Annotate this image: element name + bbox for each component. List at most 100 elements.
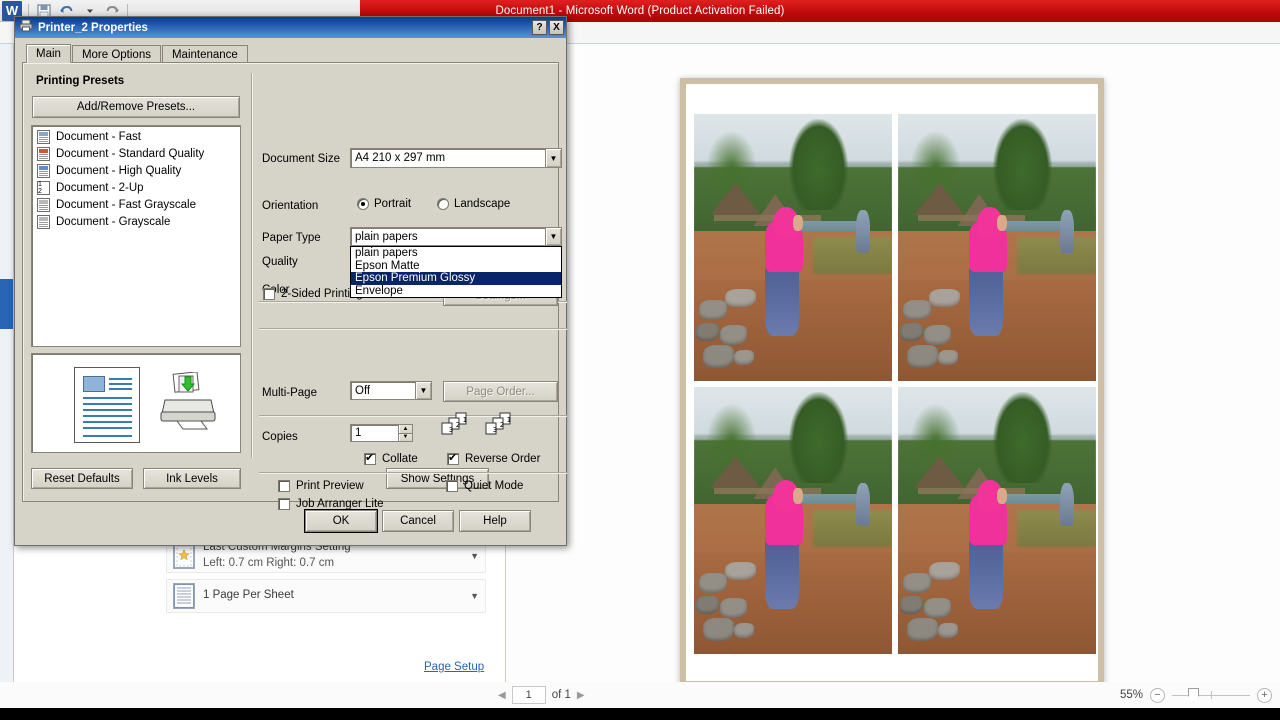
status-bar: ◀ 1 of 1 ▶ 55% − + xyxy=(0,682,1280,708)
page-setup-link[interactable]: Page Setup xyxy=(424,661,484,673)
svg-text:2: 2 xyxy=(456,421,460,429)
radio-icon xyxy=(357,198,369,210)
dropdown-option[interactable]: plain papers xyxy=(351,247,561,260)
chevron-down-icon[interactable]: ▼ xyxy=(415,382,431,399)
reverse-order-label: Reverse Order xyxy=(465,453,541,465)
presets-list[interactable]: Document - Fast Document - Standard Qual… xyxy=(31,125,241,347)
backstage-rail[interactable] xyxy=(0,44,14,720)
panel-divider xyxy=(251,73,252,458)
spin-up-icon[interactable]: ▲ xyxy=(398,425,412,434)
copies-stepper[interactable]: 1 ▲ ▼ xyxy=(350,424,413,442)
spin-down-icon[interactable]: ▼ xyxy=(398,433,412,441)
preview-photo xyxy=(694,114,892,381)
svg-text:3: 3 xyxy=(449,426,453,434)
document-thumbnail-icon xyxy=(74,367,140,443)
collate-checkbox[interactable]: Collate xyxy=(364,452,418,465)
chevron-down-icon[interactable]: ▼ xyxy=(470,591,479,601)
screen-bottom-bar xyxy=(0,708,1280,720)
dropdown-option[interactable]: Epson Matte xyxy=(351,260,561,273)
zoom-out-button[interactable]: − xyxy=(1150,687,1165,703)
quiet-mode-checkbox[interactable]: Quiet Mode xyxy=(446,480,523,492)
help-button[interactable]: Help xyxy=(459,510,531,532)
copies-label: Copies xyxy=(262,431,298,443)
collate-label: Collate xyxy=(382,453,418,465)
backstage-rail-selected-item[interactable] xyxy=(0,279,13,329)
page-number-input[interactable]: 1 xyxy=(511,686,546,704)
orientation-landscape-radio[interactable]: Landscape xyxy=(437,198,510,210)
setting-row-pages-per-sheet[interactable]: 1 Page Per Sheet ▼ xyxy=(166,579,486,613)
checkbox-icon xyxy=(447,452,459,465)
checkbox-icon xyxy=(263,288,275,300)
photo-grid xyxy=(694,114,1096,654)
preview-photo xyxy=(898,387,1096,654)
quality-label: Quality xyxy=(262,256,298,268)
tab-bar: Main More Options Maintenance xyxy=(22,44,559,63)
paper-type-combo[interactable]: plain papers ▼ xyxy=(350,227,562,246)
document-size-value: A4 210 x 297 mm xyxy=(355,152,446,164)
svg-text:1: 1 xyxy=(507,416,511,424)
add-remove-presets-button[interactable]: Add/Remove Presets... xyxy=(32,96,240,118)
list-item[interactable]: Document - Fast Grayscale xyxy=(32,196,240,213)
zoom-in-button[interactable]: + xyxy=(1257,687,1272,703)
printing-presets-title: Printing Presets xyxy=(36,75,125,87)
list-item[interactable]: Document - High Quality xyxy=(32,162,240,179)
tab-panel-main: Printing Presets Add/Remove Presets... D… xyxy=(22,62,567,510)
ok-button[interactable]: OK xyxy=(305,510,377,532)
chevron-down-icon[interactable]: ▼ xyxy=(470,551,479,561)
checkbox-icon xyxy=(364,452,376,465)
dropdown-option[interactable]: Envelope xyxy=(351,285,561,298)
printer-properties-dialog: Printer_2 Properties ? X Main More Optio… xyxy=(14,16,567,546)
list-item-label: Document - Fast Grayscale xyxy=(56,198,196,211)
setting-row-pages-per-sheet-text: 1 Page Per Sheet xyxy=(203,589,294,602)
chevron-down-icon[interactable]: ▼ xyxy=(545,149,561,167)
section-divider xyxy=(259,328,567,329)
two-sided-printing-checkbox[interactable]: 2-Sided Printing xyxy=(263,288,363,300)
reset-defaults-button[interactable]: Reset Defaults xyxy=(31,468,133,489)
orientation-label: Orientation xyxy=(262,200,319,212)
multi-page-value: Off xyxy=(355,384,371,397)
dialog-title-bar[interactable]: Printer_2 Properties ? X xyxy=(15,17,566,38)
tab-maintenance[interactable]: Maintenance xyxy=(161,45,248,63)
section-divider xyxy=(259,415,567,416)
help-titlebar-button[interactable]: ? xyxy=(532,20,547,35)
paper-type-label: Paper Type xyxy=(262,232,321,244)
cancel-button[interactable]: Cancel xyxy=(382,510,454,532)
list-item[interactable]: Document - Standard Quality xyxy=(32,145,240,162)
preview-photo xyxy=(898,114,1096,381)
checkbox-icon xyxy=(446,480,458,492)
list-item-label: Document - 2-Up xyxy=(56,181,144,194)
list-item-label: Document - Fast xyxy=(56,130,141,143)
next-page-icon[interactable]: ▶ xyxy=(577,690,585,701)
dialog-footer: OK Cancel Help xyxy=(22,506,559,538)
doc-gray-icon xyxy=(37,214,50,229)
document-size-combo[interactable]: A4 210 x 297 mm ▼ xyxy=(350,148,562,168)
chevron-down-icon[interactable]: ▼ xyxy=(545,228,561,245)
reverse-order-checkbox[interactable]: Reverse Order xyxy=(447,452,541,465)
radio-icon xyxy=(437,198,449,210)
copies-spin-buttons[interactable]: ▲ ▼ xyxy=(398,425,412,441)
tab-main[interactable]: Main xyxy=(26,44,71,63)
paper-type-dropdown-list[interactable]: plain papers Epson Matte Epson Premium G… xyxy=(350,246,562,298)
list-item[interactable]: Document - 2-Up xyxy=(32,179,240,196)
preset-preview-box xyxy=(31,353,241,453)
paper-type-value: plain papers xyxy=(355,230,418,243)
ink-levels-button[interactable]: Ink Levels xyxy=(143,468,241,489)
zoom-slider-thumb[interactable] xyxy=(1188,687,1199,702)
doc-2up-icon xyxy=(37,180,50,195)
page-order-button[interactable]: Page Order... xyxy=(443,381,558,402)
print-preview-checkbox[interactable]: Print Preview xyxy=(278,480,364,492)
list-item[interactable]: Document - Grayscale xyxy=(32,213,240,230)
multi-page-label: Multi-Page xyxy=(262,387,317,399)
orientation-portrait-radio[interactable]: Portrait xyxy=(357,198,411,210)
previous-page-icon[interactable]: ◀ xyxy=(498,690,506,701)
orientation-portrait-label: Portrait xyxy=(374,198,412,210)
zoom-control[interactable]: 55% − + xyxy=(1120,687,1272,703)
close-icon[interactable]: X xyxy=(549,20,564,35)
zoom-slider[interactable] xyxy=(1172,687,1250,702)
page-navigation[interactable]: ◀ 1 of 1 ▶ xyxy=(498,686,585,704)
svg-text:3: 3 xyxy=(493,426,497,434)
tab-more-options[interactable]: More Options xyxy=(71,45,161,63)
list-item[interactable]: Document - Fast xyxy=(32,128,240,145)
multi-page-combo[interactable]: Off ▼ xyxy=(350,381,432,400)
dropdown-option-selected[interactable]: Epson Premium Glossy xyxy=(351,272,561,285)
